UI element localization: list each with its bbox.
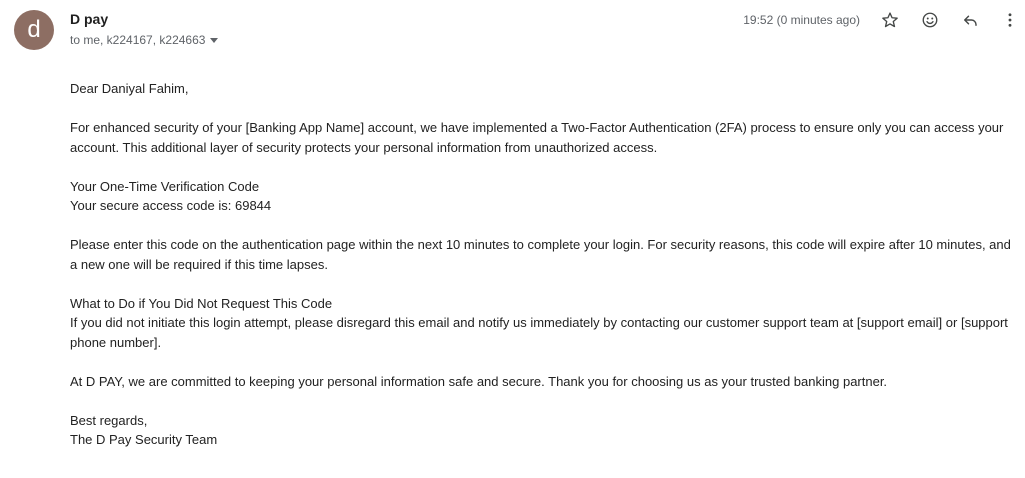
email-intro-paragraph: For enhanced security of your [Banking A… <box>70 120 1004 155</box>
not-requested-text: If you did not initiate this login attem… <box>70 315 1008 350</box>
sender-name[interactable]: D pay <box>70 11 108 27</box>
more-options-button[interactable] <box>998 8 1022 32</box>
chevron-down-icon[interactable] <box>210 38 219 43</box>
email-signature: The D Pay Security Team <box>70 432 218 447</box>
reply-button[interactable] <box>958 8 982 32</box>
code-line: Your secure access code is: 69844 <box>70 198 272 213</box>
verification-code-section: Your One-Time Verification Code Your sec… <box>70 177 1015 216</box>
instructions-paragraph: Please enter this code on the authentica… <box>70 237 1011 272</box>
star-icon <box>882 12 898 28</box>
email-body: Dear Daniyal Fahim, For enhanced securit… <box>70 79 1015 469</box>
star-button[interactable] <box>878 8 902 32</box>
email-greeting: Dear Daniyal Fahim, <box>70 81 189 96</box>
recipients-label: to me, k224167, k224663 <box>70 33 206 47</box>
emoji-icon <box>922 12 938 28</box>
add-reaction-button[interactable] <box>918 8 942 32</box>
commitment-paragraph: At D PAY, we are committed to keeping yo… <box>70 373 888 389</box>
email-signoff: Best regards, <box>70 412 148 428</box>
signature-block: Best regards, The D Pay Security Team <box>70 411 1015 450</box>
reply-icon <box>964 15 977 26</box>
more-vert-icon <box>1008 13 1012 27</box>
not-requested-section: What to Do if You Did Not Request This C… <box>70 294 1015 353</box>
recipients-dropdown[interactable]: to me, k224167, k224663 <box>70 33 219 47</box>
code-heading: Your One-Time Verification Code <box>70 178 260 194</box>
sender-avatar[interactable]: d <box>14 10 54 50</box>
not-requested-heading: What to Do if You Did Not Request This C… <box>70 295 333 311</box>
email-timestamp: 19:52 (0 minutes ago) <box>743 13 860 27</box>
